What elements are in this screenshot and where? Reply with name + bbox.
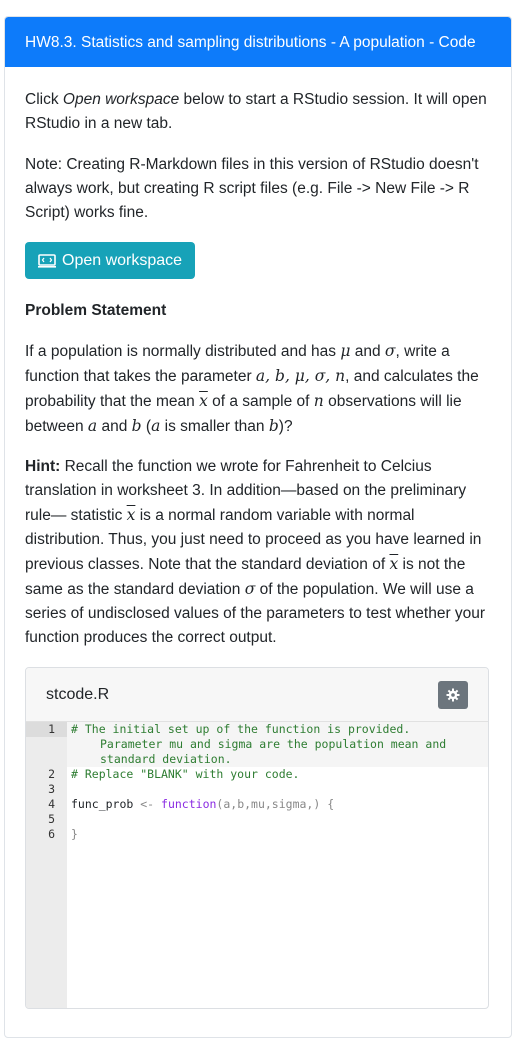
code-editor-header: stcode.R [26,668,488,722]
line-number: 1 [26,722,67,737]
code-line[interactable]: } [67,827,488,842]
file-name: stcode.R [46,685,110,703]
question-title: HW8.3. Statistics and sampling distribut… [5,17,511,67]
code-area[interactable]: # The initial set up of the function is … [67,722,488,1008]
code-line[interactable] [67,782,488,797]
gear-icon [446,688,460,701]
note-paragraph: Note: Creating R-Markdown files in this … [25,156,479,221]
code-editor-panel: stcode.R 1 2 3 4 5 6 # The initial set u… [25,667,489,1009]
intro-paragraph: Click Open workspace below to start a RS… [25,91,487,132]
code-editor[interactable]: 1 2 3 4 5 6 # The initial set up of the … [26,722,488,1008]
line-number: 4 [48,797,55,811]
line-number: 2 [48,767,55,781]
line-number: 5 [48,812,55,826]
open-workspace-label: Open workspace [62,251,183,269]
code-line[interactable]: # The initial set up of the function is … [67,722,488,767]
code-line[interactable]: # Replace "BLANK" with your code. [67,767,488,782]
problem-statement-heading: Problem Statement [25,302,167,319]
code-line[interactable]: func_prob <- function(a,b,mu,sigma,) { [67,797,488,812]
line-number: 6 [48,827,55,841]
open-workspace-button[interactable]: Open workspace [25,242,196,279]
problem-paragraph: If a population is normally distributed … [25,342,479,435]
question-body: Click Open workspace below to start a RS… [5,88,511,1009]
settings-button[interactable] [438,680,468,709]
question-card: HW8.3. Statistics and sampling distribut… [4,16,512,1038]
line-number: 3 [48,782,55,796]
line-number-gutter: 1 2 3 4 5 6 [26,722,67,1008]
open-workspace-reference: Open workspace [62,91,180,108]
hint-paragraph: Hint: Recall the function we wrote for F… [25,458,486,646]
hint-label: Hint: [25,458,61,475]
code-line[interactable] [67,812,488,827]
terminal-icon [38,253,56,268]
